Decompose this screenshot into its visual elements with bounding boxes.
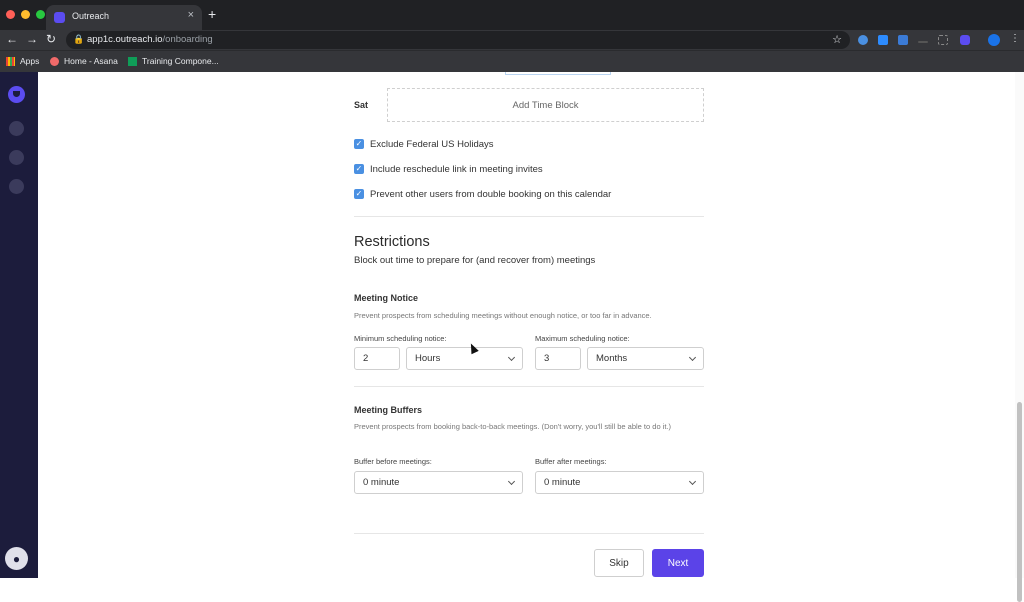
outreach-extension-icon[interactable] — [960, 35, 970, 45]
scrollbar-thumb[interactable] — [1017, 402, 1022, 602]
forward-icon[interactable]: → — [26, 32, 38, 46]
back-icon[interactable]: ← — [6, 32, 18, 46]
apps-grid-icon — [6, 56, 15, 66]
outreach-favicon-icon — [54, 12, 65, 23]
zoom-extension-icon[interactable] — [878, 35, 888, 45]
max-notice-label: Maximum scheduling notice: — [535, 334, 630, 343]
chevron-down-icon — [688, 353, 697, 362]
sidebar-nav-item[interactable] — [9, 150, 24, 165]
chevron-down-icon — [507, 353, 516, 362]
checkbox-checked-icon[interactable]: ✓ — [354, 139, 364, 149]
bookmark-apps[interactable]: Apps — [6, 56, 39, 66]
lock-icon: 🔒 — [73, 34, 85, 44]
schedule-row-sat: Sat Add Time Block — [354, 88, 704, 122]
max-notice-value-input[interactable]: 3 — [535, 347, 581, 370]
extension-icon[interactable] — [858, 35, 868, 45]
checkbox-label: Include reschedule link in meeting invit… — [370, 163, 543, 175]
profile-avatar[interactable] — [988, 34, 1000, 46]
bookmarks-bar: Apps Home - Asana Training Compone... — [0, 50, 1024, 72]
time-block-partial — [505, 72, 611, 75]
checkbox-label: Prevent other users from double booking … — [370, 188, 612, 200]
meeting-buffers-title: Meeting Buffers — [354, 405, 423, 415]
navigation-bar: ← → ↻ 🔒 app1c.outreach.io/onboarding ☆ ⋮ — [0, 30, 1024, 50]
reload-icon[interactable]: ↻ — [46, 32, 56, 46]
section-divider — [354, 533, 704, 534]
checkbox-reschedule-link[interactable]: ✓ Include reschedule link in meeting inv… — [354, 162, 543, 176]
day-label: Sat — [354, 100, 369, 110]
tab-title: Outreach — [72, 11, 110, 21]
calendar-extension-icon[interactable] — [898, 35, 908, 45]
new-tab-button[interactable]: + — [208, 6, 216, 22]
bookmark-star-icon[interactable]: ☆ — [832, 33, 842, 46]
buffer-before-label: Buffer before meetings: — [354, 457, 432, 466]
add-time-block-button[interactable]: Add Time Block — [387, 88, 704, 122]
outreach-logo-icon[interactable] — [8, 86, 25, 103]
next-button[interactable]: Next — [652, 549, 704, 577]
min-notice-value-input[interactable]: 2 — [354, 347, 400, 370]
meeting-notice-title: Meeting Notice — [354, 293, 419, 303]
restrictions-title: Restrictions — [354, 234, 430, 250]
browser-chrome: Outreach × + ← → ↻ 🔒 app1c.outreach.io/o… — [0, 0, 1024, 72]
section-divider — [354, 216, 704, 217]
select-value: 0 minute — [363, 477, 400, 488]
buffer-after-select[interactable]: 0 minute — [535, 471, 704, 494]
skip-button[interactable]: Skip — [594, 549, 644, 577]
extension-icon[interactable] — [918, 41, 928, 43]
tab-bar: Outreach × + — [0, 0, 1024, 30]
bookmark-training[interactable]: Training Compone... — [128, 56, 219, 66]
sidebar-nav-item[interactable] — [9, 121, 24, 136]
min-notice-unit-select[interactable]: Hours — [406, 347, 523, 370]
chevron-down-icon — [507, 477, 516, 486]
chevron-down-icon — [688, 477, 697, 486]
meeting-buffers-description: Prevent prospects from booking back-to-b… — [354, 422, 672, 431]
close-window-button[interactable] — [6, 10, 15, 19]
select-value: Months — [596, 353, 628, 364]
address-bar[interactable]: 🔒 app1c.outreach.io/onboarding ☆ — [66, 31, 850, 49]
max-notice-unit-select[interactable]: Months — [587, 347, 704, 370]
select-value: 0 minute — [544, 477, 581, 488]
window-controls — [6, 10, 45, 19]
restrictions-subtitle: Block out time to prepare for (and recov… — [354, 255, 596, 266]
user-avatar-icon[interactable]: ● — [5, 547, 28, 570]
screenshot-extension-icon[interactable] — [938, 35, 948, 45]
bookmark-asana[interactable]: Home - Asana — [50, 56, 118, 66]
checkbox-exclude-holidays[interactable]: ✓ Exclude Federal US Holidays — [354, 137, 494, 151]
checkbox-checked-icon[interactable]: ✓ — [354, 189, 364, 199]
asana-icon — [50, 56, 59, 66]
menu-icon[interactable]: ⋮ — [1010, 33, 1020, 44]
url-text: app1c.outreach.io/onboarding — [87, 34, 213, 45]
checkbox-prevent-double-booking[interactable]: ✓ Prevent other users from double bookin… — [354, 187, 611, 201]
select-value: Hours — [415, 353, 441, 364]
app-sidebar: ● — [0, 72, 38, 578]
meeting-notice-description: Prevent prospects from scheduling meetin… — [354, 311, 652, 320]
maximize-window-button[interactable] — [36, 10, 45, 19]
checkbox-label: Exclude Federal US Holidays — [370, 138, 494, 150]
minimize-window-button[interactable] — [21, 10, 30, 19]
scrollbar[interactable] — [1015, 72, 1024, 602]
tab-close-icon[interactable]: × — [188, 9, 194, 21]
sheets-icon — [128, 56, 137, 66]
checkbox-checked-icon[interactable]: ✓ — [354, 164, 364, 174]
buffer-after-label: Buffer after meetings: — [535, 457, 607, 466]
buffer-before-select[interactable]: 0 minute — [354, 471, 523, 494]
browser-tab[interactable]: Outreach × — [46, 5, 202, 30]
min-notice-label: Minimum scheduling notice: — [354, 334, 447, 343]
section-divider — [354, 386, 704, 387]
sidebar-nav-item[interactable] — [9, 179, 24, 194]
